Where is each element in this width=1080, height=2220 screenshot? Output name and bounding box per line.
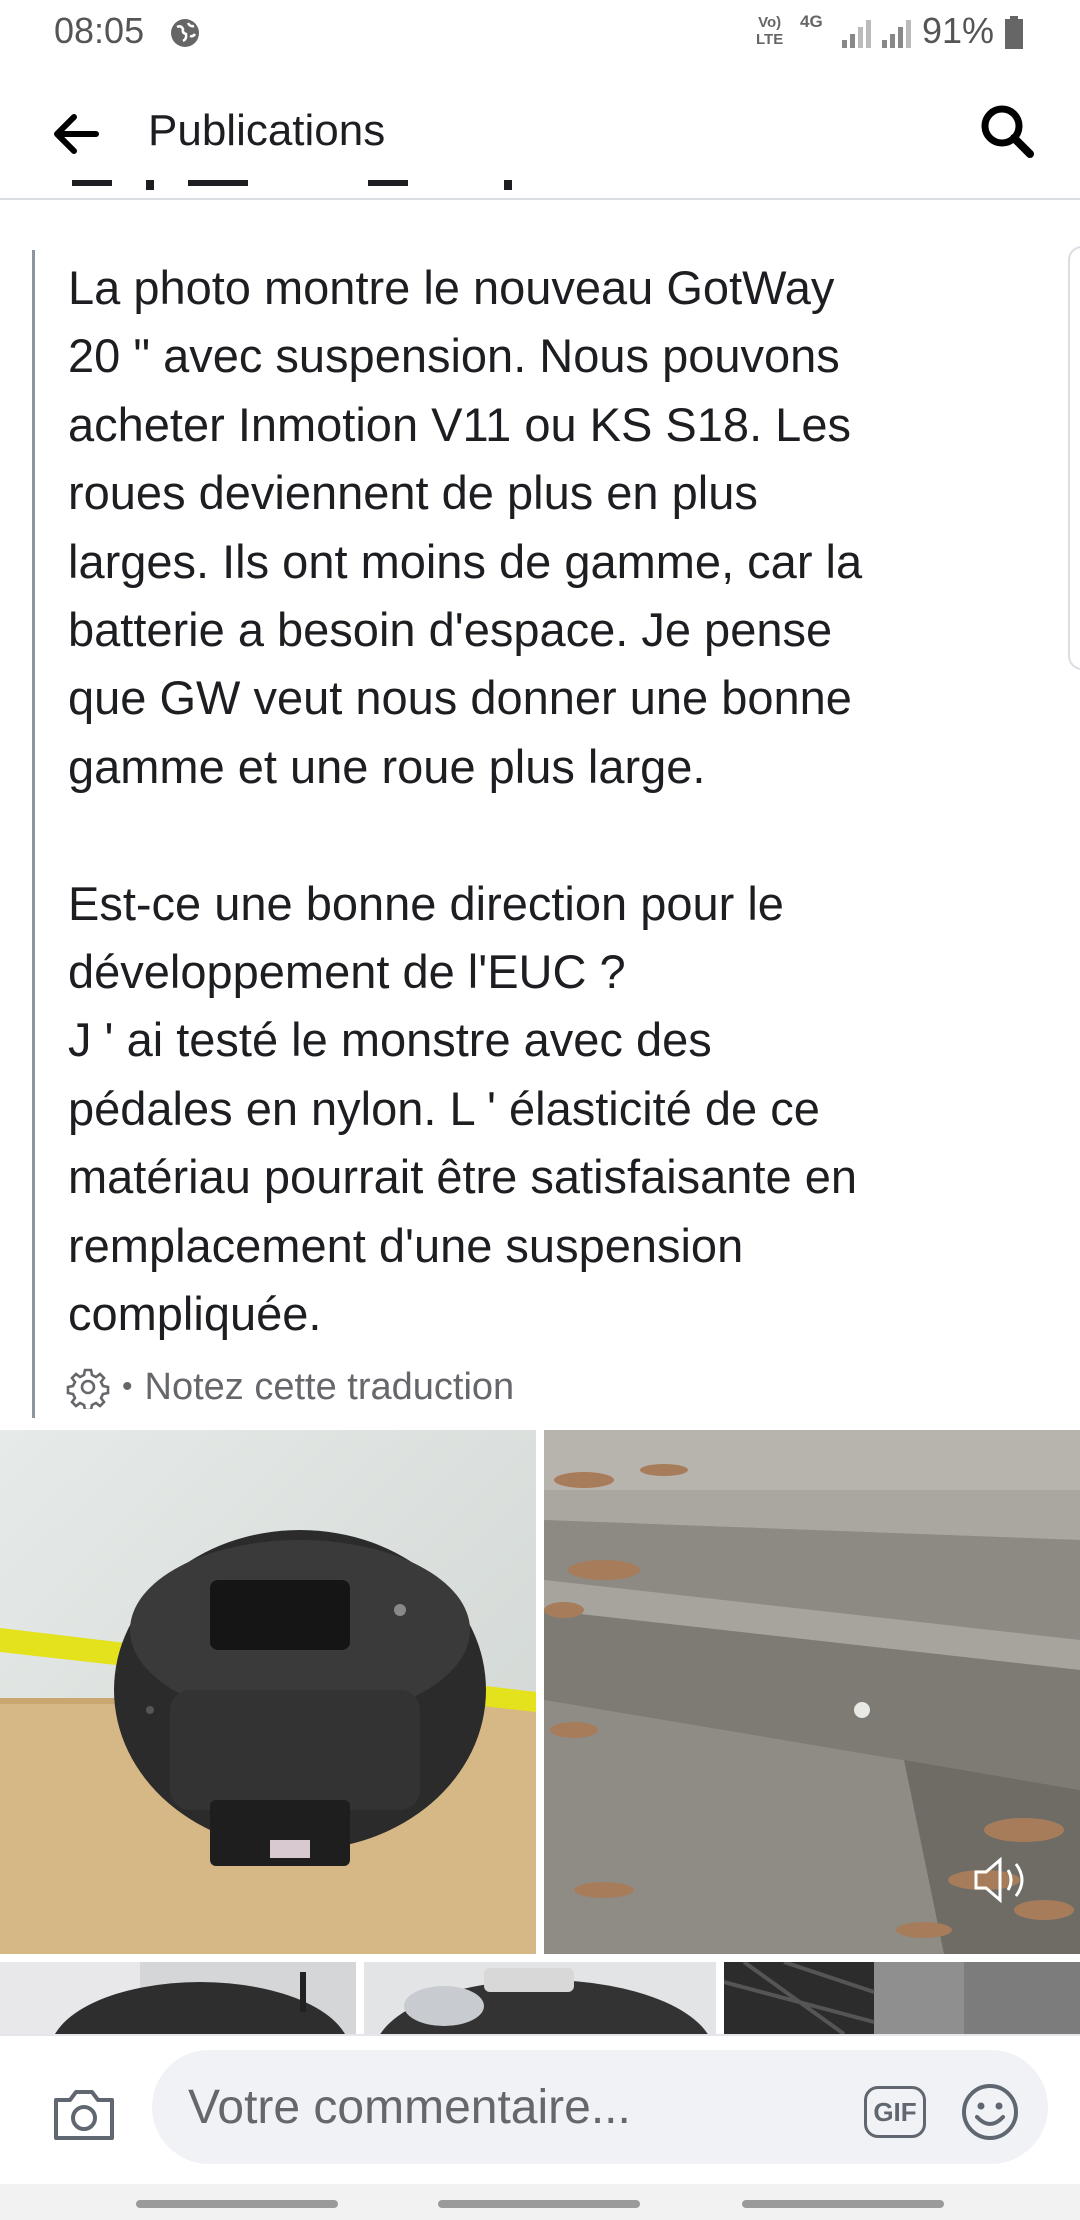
thumb-photo-4: [364, 1962, 716, 2034]
status-time: 08:05: [54, 10, 145, 51]
clipped-text-line: [72, 180, 512, 190]
translation-row: • Notez cette traduction: [66, 1362, 514, 1412]
speaker-icon[interactable]: [970, 1852, 1030, 1908]
nav-home-button[interactable]: [438, 2200, 640, 2208]
thumb-photo-5: [724, 1962, 1080, 2034]
search-icon[interactable]: [974, 98, 1040, 164]
globe-icon: [171, 19, 199, 47]
nav-back-button[interactable]: [742, 2200, 944, 2208]
wheel-photo: [0, 1430, 536, 1954]
post-photo-5[interactable]: [724, 1962, 1080, 2034]
battery-icon: [1005, 16, 1023, 49]
thumb-photo-3: [0, 1962, 356, 2034]
adjacent-card-edge: [1068, 246, 1080, 670]
emoji-icon[interactable]: [960, 2082, 1020, 2142]
camera-icon[interactable]: [50, 2084, 118, 2144]
post-photo-3[interactable]: [0, 1962, 356, 2034]
rate-translation-link[interactable]: Notez cette traduction: [145, 1366, 515, 1409]
network-type: 4G: [800, 12, 823, 31]
signal-icon-2: [882, 20, 911, 48]
signal-icon: [842, 20, 871, 48]
volte-indicator: Vo) LTE: [756, 14, 784, 48]
status-bar: 08:05 Vo) LTE 4G 91%: [0, 0, 1080, 66]
battery-percent: 91%: [922, 10, 995, 51]
post-text: La photo montre le nouveau GotWay 20 " a…: [68, 261, 863, 1341]
gear-icon[interactable]: [66, 1365, 110, 1409]
nav-recent-button[interactable]: [136, 2200, 338, 2208]
page-title: Publications: [148, 106, 386, 155]
post-photo-4[interactable]: [364, 1962, 716, 2034]
separator-dot: •: [122, 1370, 133, 1403]
arrow-left-icon[interactable]: [46, 104, 106, 164]
gif-button[interactable]: GIF: [864, 2086, 926, 2138]
quote-bar: [32, 250, 35, 1418]
post-photo-1[interactable]: [0, 1430, 536, 1954]
